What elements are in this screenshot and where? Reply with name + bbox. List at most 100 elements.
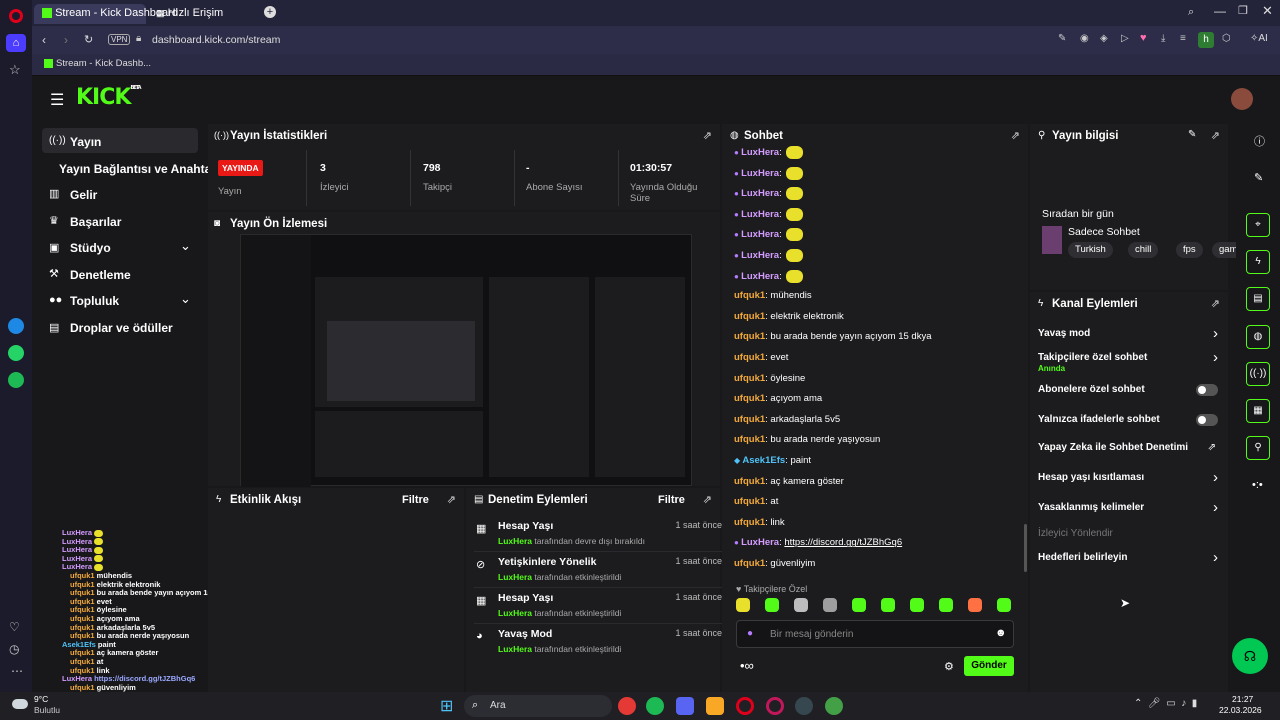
chat-input[interactable]: ● Bir mesaj gönderin ☻ [736, 620, 1014, 648]
chat-icon[interactable]: ◍ [1246, 325, 1270, 349]
bookmark-item[interactable]: Stream - Kick Dashb... [44, 58, 151, 69]
hamburger-icon[interactable]: ☰ [50, 90, 64, 110]
chat-username[interactable]: ufquk1 [734, 311, 765, 322]
chat-username[interactable]: LuxHera [741, 271, 779, 282]
sidebar-item-basarilar[interactable]: Başarılar [70, 215, 121, 229]
infinity-icon[interactable]: •∞ [740, 658, 754, 673]
emote-icon[interactable] [968, 598, 982, 612]
toggle-switch[interactable] [1196, 414, 1218, 426]
channel-action-row[interactable]: Abonelere özel sohbet [1038, 384, 1220, 406]
list-icon[interactable]: ▤ [1246, 287, 1270, 311]
play-icon[interactable]: ▷ [1121, 33, 1129, 44]
filter-button[interactable]: Filtre [402, 494, 429, 506]
sidebar-item-yayin[interactable]: Yayın [70, 135, 101, 149]
chevron-down-icon[interactable]: ⌄ [180, 291, 191, 307]
layout-icon[interactable]: ▦ [1246, 399, 1270, 423]
weather-icon[interactable] [12, 699, 28, 709]
tab-search-icon[interactable]: ⌕ [1188, 6, 1194, 19]
mod-item[interactable]: ▦ Hesap Yaşı LuxHera tarafından devre dı… [474, 518, 722, 552]
emote-icon[interactable] [910, 598, 924, 612]
kick-logo[interactable]: KICKBETA [76, 85, 142, 110]
chat-link[interactable]: https://discord.gg/tJZBhGq6 [784, 537, 902, 548]
profile-button[interactable]: h [1198, 32, 1214, 48]
broadcast-icon[interactable]: ((·)) [1246, 362, 1270, 386]
emote-icon[interactable] [852, 598, 866, 612]
tab-speed-dial[interactable]: ▦ Hızlı Erişim [148, 4, 258, 24]
history-icon[interactable]: ◷ [9, 642, 19, 656]
chat-username[interactable]: ufquk1 [734, 496, 765, 507]
spotify-icon[interactable] [8, 372, 24, 388]
ai-button[interactable]: ✧AI [1250, 33, 1268, 44]
mic-icon[interactable]: ● [747, 628, 753, 639]
channel-action-row[interactable]: Takipçilere özel sohbet Anında › [1038, 349, 1220, 374]
expand-icon[interactable]: ⇗ [1011, 129, 1020, 142]
chat-username[interactable]: ufquk1 [734, 476, 765, 487]
chat-username[interactable]: LuxHera [741, 229, 779, 240]
emote-icon[interactable] [736, 598, 750, 612]
whatsapp-icon[interactable] [8, 345, 24, 361]
connect-icon[interactable]: •:• [1252, 479, 1263, 491]
more-icon[interactable]: ⋯ [11, 664, 23, 678]
expand-icon[interactable]: ⇗ [1211, 297, 1220, 310]
sidebar-item-studyo[interactable]: Stüdyo [70, 241, 111, 255]
channel-action-row[interactable]: Yasaklanmış kelimeler › [1038, 499, 1220, 524]
emote-icon[interactable] [794, 598, 808, 612]
tag-chip[interactable]: fps [1176, 242, 1203, 258]
chat-username[interactable]: ufquk1 [734, 373, 765, 384]
chat-username[interactable]: LuxHera [741, 209, 779, 220]
maximize-button[interactable]: ❐ [1238, 4, 1248, 17]
sidebar-item-droplar[interactable]: Droplar ve ödüller [70, 321, 173, 335]
home-icon[interactable]: ⌂ [6, 34, 26, 52]
expand-icon[interactable]: ⇗ [1211, 129, 1220, 142]
chat-username[interactable]: ufquk1 [734, 290, 765, 301]
files-icon[interactable] [706, 697, 724, 715]
wrench-icon[interactable]: ⚲ [1246, 436, 1270, 460]
heart-icon[interactable]: ♡ [9, 620, 20, 634]
new-tab-button[interactable]: + [264, 6, 276, 18]
emote-icon[interactable] [765, 598, 779, 612]
opera-gx-icon[interactable] [766, 697, 784, 715]
edit-icon[interactable]: ✎ [1188, 129, 1196, 140]
opera-icon[interactable] [736, 697, 754, 715]
toggle-switch[interactable] [1196, 384, 1218, 396]
steam-icon[interactable] [795, 697, 813, 715]
mod-item[interactable]: ▦ Hesap Yaşı LuxHera tarafından etkinleş… [474, 590, 722, 624]
star-icon[interactable]: ☆ [9, 62, 21, 78]
chat-username[interactable]: LuxHera [741, 537, 779, 548]
chat-scrollbar[interactable] [1024, 524, 1027, 572]
target-icon[interactable]: ⌖ [1246, 213, 1270, 237]
spotify-icon[interactable] [646, 697, 664, 715]
chevron-down-icon[interactable]: ⌄ [180, 238, 191, 254]
avatar[interactable] [1231, 88, 1253, 110]
url-field[interactable]: dashboard.kick.com/stream [152, 34, 280, 46]
camera-icon[interactable]: ◉ [1080, 33, 1089, 44]
channel-action-row[interactable]: Yalnızca ifadelerle sohbet [1038, 414, 1220, 436]
start-icon[interactable]: ⊞ [440, 696, 453, 716]
chat-username[interactable]: ufquk1 [734, 558, 765, 569]
chat-username[interactable]: Asek1Efs [742, 455, 785, 466]
tag-chip[interactable]: chill [1128, 242, 1159, 258]
sidebar-item-stream-key[interactable]: Yayın Bağlantısı ve Anahtarı [59, 162, 219, 176]
expand-icon[interactable]: ⇗ [703, 129, 712, 142]
sidebar-item-denetleme[interactable]: Denetleme [70, 268, 131, 282]
chat-username[interactable]: ufquk1 [734, 414, 765, 425]
chat-username[interactable]: LuxHera [741, 250, 779, 261]
pencil-icon[interactable]: ✎ [1254, 171, 1263, 184]
favorite-icon[interactable]: ♥ [1140, 32, 1147, 44]
chrome-icon[interactable] [825, 697, 843, 715]
search-box[interactable]: ⌕ Ara [464, 695, 612, 717]
sidebar-item-topluluk[interactable]: Topluluk [70, 294, 119, 308]
menu-icon[interactable]: ≡ [1180, 33, 1186, 44]
download-icon[interactable]: ⤓ [1161, 33, 1165, 44]
extension-icon[interactable]: ⬡ [1222, 33, 1231, 44]
tab-kick-dashboard[interactable]: Stream - Kick Dashboard [34, 4, 178, 24]
clock-time[interactable]: 21:27 [1232, 694, 1253, 704]
filter-button[interactable]: Filtre [658, 494, 685, 506]
chat-username[interactable]: ufquk1 [734, 434, 765, 445]
emote-icon[interactable] [823, 598, 837, 612]
support-button[interactable]: ☊ [1232, 638, 1268, 674]
vpn-badge[interactable]: VPN [108, 34, 131, 45]
messenger-icon[interactable] [8, 318, 24, 334]
emote-icon[interactable] [881, 598, 895, 612]
back-icon[interactable]: ‹ [42, 33, 46, 47]
